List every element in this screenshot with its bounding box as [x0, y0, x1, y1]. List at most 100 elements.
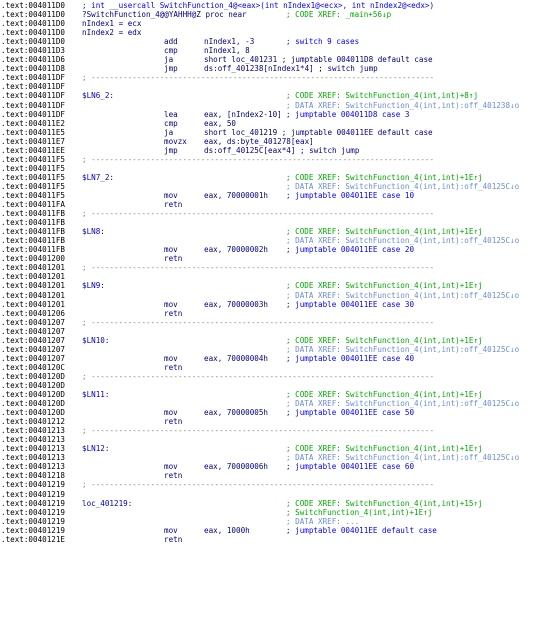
listing-line[interactable]: .text:004011D0 nIndex2 = edx: [0, 28, 554, 37]
instruction-mnemonic[interactable]: add: [164, 37, 178, 46]
listing-line[interactable]: .text:004011D0 ; int __usercall SwitchFun…: [0, 1, 554, 10]
code-xref[interactable]: ; CODE XREF: SwitchFunction_4(int,int)+1…: [286, 281, 483, 290]
code-label[interactable]: $LN9:: [82, 281, 105, 290]
listing-line[interactable]: .text:0040120D ; DATA XREF: SwitchFunctio…: [0, 399, 554, 408]
instruction-mnemonic[interactable]: retn: [164, 200, 182, 209]
listing-line[interactable]: .text:004011DF $LN6_2: ; CODE XREF: Switch…: [0, 91, 554, 100]
data-xref[interactable]: ; DATA XREF: SwitchFunction_4(int,int):o…: [286, 101, 519, 110]
instruction-operands[interactable]: eax, 70000004h: [204, 354, 268, 363]
instruction-operands[interactable]: eax, [nIndex2-10]: [204, 110, 282, 119]
listing-line[interactable]: .text:004011FB mov eax, 70000002h ; jumptab…: [0, 245, 554, 254]
listing-line[interactable]: .text:0040120D: [0, 381, 554, 390]
instruction-mnemonic[interactable]: ja: [164, 55, 173, 64]
data-xref[interactable]: ; DATA XREF: SwitchFunction_4(int,int):o…: [286, 399, 519, 408]
disassembly-listing[interactable]: .text:004011D0 ; int __usercall SwitchFun…: [0, 0, 554, 620]
listing-line[interactable]: .text:00401201 ; DATA XREF: SwitchFunctio…: [0, 291, 554, 300]
listing-line[interactable]: .text:004011D3 cmp nIndex1, 8: [0, 46, 554, 55]
instruction-mnemonic[interactable]: cmp: [164, 119, 178, 128]
listing-line[interactable]: .text:00401218 retn: [0, 471, 554, 480]
code-label[interactable]: $LN7_2:: [82, 173, 114, 182]
code-xref[interactable]: ; CODE XREF: _main+56↓p: [286, 10, 391, 19]
listing-line[interactable]: .text:00401219: [0, 490, 554, 499]
instruction-mnemonic[interactable]: mov: [164, 462, 178, 471]
listing-line[interactable]: .text:004011FB ; ------------------------…: [0, 209, 554, 218]
listing-line[interactable]: .text:0040120D $LN11: ; CODE XREF: SwitchF…: [0, 390, 554, 399]
listing-line[interactable]: .text:004011F5 ; DATA XREF: SwitchFunctio…: [0, 182, 554, 191]
listing-line[interactable]: .text:004011DF ; ------------------------…: [0, 73, 554, 82]
listing-line[interactable]: .text:004011F5 $LN7_2: ; CODE XREF: Switch…: [0, 173, 554, 182]
instruction-operands[interactable]: nIndex1, -3: [204, 37, 254, 46]
listing-line[interactable]: .text:004011EE jmp ds:off_40125C[eax*4] ; …: [0, 146, 554, 155]
instruction-operands[interactable]: eax, 70000006h: [204, 462, 268, 471]
code-xref[interactable]: ; CODE XREF: SwitchFunction_4(int,int)+1…: [286, 227, 483, 236]
listing-line[interactable]: .text:00401213 ; DATA XREF: SwitchFunctio…: [0, 453, 554, 462]
instruction-mnemonic[interactable]: mov: [164, 354, 178, 363]
instruction-mnemonic[interactable]: mov: [164, 191, 178, 200]
listing-line[interactable]: .text:00401207: [0, 327, 554, 336]
listing-line[interactable]: .text:00401219 ; ------------------------…: [0, 480, 554, 489]
instruction-operands[interactable]: eax, 70000003h: [204, 300, 268, 309]
instruction-mnemonic[interactable]: cmp: [164, 46, 178, 55]
listing-line[interactable]: .text:0040121E retn: [0, 535, 554, 544]
instruction-mnemonic[interactable]: movzx: [164, 137, 187, 146]
instruction-mnemonic[interactable]: jmp: [164, 64, 178, 73]
instruction-operands[interactable]: nIndex1, 8: [204, 46, 250, 55]
listing-line[interactable]: .text:00401207 mov eax, 70000004h ; jumptab…: [0, 354, 554, 363]
listing-line[interactable]: .text:004011F5 mov eax, 70000001h ; jumptab…: [0, 191, 554, 200]
listing-line[interactable]: .text:00401201 $LN9: ; CODE XREF: SwitchFu…: [0, 281, 554, 290]
data-xref[interactable]: ; DATA XREF: SwitchFunction_4(int,int):o…: [286, 236, 519, 245]
instruction-mnemonic[interactable]: ja: [164, 128, 173, 137]
instruction-mnemonic[interactable]: mov: [164, 526, 178, 535]
instruction-operands[interactable]: short loc_401231 ; jumptable 004011D8 de…: [204, 55, 433, 64]
listing-line[interactable]: .text:00401207 ; ------------------------…: [0, 318, 554, 327]
listing-line[interactable]: .text:004011DF lea eax, [nIndex2-10] ; jump…: [0, 110, 554, 119]
code-xref[interactable]: ; CODE XREF: SwitchFunction_4(int,int)+1…: [286, 336, 483, 345]
data-xref[interactable]: ; DATA XREF: SwitchFunction_4(int,int):o…: [286, 291, 519, 300]
listing-line[interactable]: .text:00401206 retn: [0, 309, 554, 318]
code-xref[interactable]: ; CODE XREF: SwitchFunction_4(int,int)+1…: [286, 444, 483, 453]
listing-line[interactable]: .text:00401213 mov eax, 70000006h ; jumptab…: [0, 462, 554, 471]
listing-line[interactable]: .text:0040120D ; ------------------------…: [0, 372, 554, 381]
listing-line[interactable]: .text:004011F5: [0, 164, 554, 173]
listing-line[interactable]: .text:004011FA retn: [0, 200, 554, 209]
listing-line[interactable]: .text:00401219 mov eax, 1000h ; jumptable 0…: [0, 526, 554, 535]
instruction-operands[interactable]: ds:off_40125C[eax*4] ; switch jump: [204, 146, 359, 155]
code-label[interactable]: $LN8:: [82, 227, 105, 236]
code-label[interactable]: $LN12:: [82, 444, 109, 453]
listing-line[interactable]: .text:00401219 loc_401219: ; CODE XREF: Sw…: [0, 499, 554, 508]
listing-line[interactable]: .text:004011E7 movzx eax, ds:byte_401278[e…: [0, 137, 554, 146]
listing-line[interactable]: .text:00401201 mov eax, 70000003h ; jumptab…: [0, 300, 554, 309]
instruction-mnemonic[interactable]: retn: [164, 417, 182, 426]
listing-line[interactable]: .text:004011F5 ; ------------------------…: [0, 155, 554, 164]
listing-line[interactable]: .text:00401201 ; ------------------------…: [0, 263, 554, 272]
instruction-operands[interactable]: ds:off_401238[nIndex1*4] ; switch jump: [204, 64, 378, 73]
instruction-mnemonic[interactable]: mov: [164, 408, 178, 417]
instruction-mnemonic[interactable]: jmp: [164, 146, 178, 155]
data-xref[interactable]: ; DATA XREF: SwitchFunction_4(int,int):o…: [286, 182, 519, 191]
listing-line[interactable]: .text:004011E5 ja short loc_401219 ; jumpt…: [0, 128, 554, 137]
listing-line[interactable]: .text:0040120C retn: [0, 363, 554, 372]
code-xref[interactable]: ; CODE XREF: SwitchFunction_4(int,int)+1…: [286, 390, 483, 399]
instruction-operands[interactable]: eax, 70000002h: [204, 245, 268, 254]
listing-line[interactable]: .text:00401213 ; ------------------------…: [0, 426, 554, 435]
instruction-operands[interactable]: eax, 70000001h: [204, 191, 268, 200]
instruction-mnemonic[interactable]: retn: [164, 309, 182, 318]
listing-line[interactable]: .text:004011D0 ?SwitchFunction_4@@YAHHH@Z…: [0, 10, 554, 19]
listing-line[interactable]: .text:004011FB ; DATA XREF: SwitchFunctio…: [0, 236, 554, 245]
listing-line[interactable]: .text:004011FB: [0, 218, 554, 227]
listing-line[interactable]: .text:004011FB $LN8: ; CODE XREF: SwitchFu…: [0, 227, 554, 236]
data-xref[interactable]: ; DATA XREF: SwitchFunction_4(int,int):o…: [286, 345, 519, 354]
code-xref[interactable]: ; SwitchFunction_4(int,int)+1E↑j: [286, 508, 432, 517]
instruction-operands[interactable]: eax, 1000h: [204, 526, 250, 535]
instruction-operands[interactable]: short loc_401219 ; jumptable 004011EE de…: [204, 128, 433, 137]
listing-line[interactable]: .text:00401213 $LN12: ; CODE XREF: SwitchF…: [0, 444, 554, 453]
instruction-mnemonic[interactable]: retn: [164, 254, 182, 263]
instruction-mnemonic[interactable]: mov: [164, 300, 178, 309]
listing-line[interactable]: .text:004011E2 cmp eax, 50: [0, 119, 554, 128]
data-xref[interactable]: ; DATA XREF: ...: [286, 517, 359, 526]
instruction-operands[interactable]: eax, 70000005h: [204, 408, 268, 417]
listing-line[interactable]: .text:00401207 ; DATA XREF: SwitchFunctio…: [0, 345, 554, 354]
listing-line[interactable]: .text:004011D0 add nIndex1, -3 ; switch 9 c…: [0, 37, 554, 46]
listing-line[interactable]: .text:004011D6 ja short loc_401231 ; jumpt…: [0, 55, 554, 64]
listing-line[interactable]: .text:00401219 ; SwitchFunction_4(int,int…: [0, 508, 554, 517]
